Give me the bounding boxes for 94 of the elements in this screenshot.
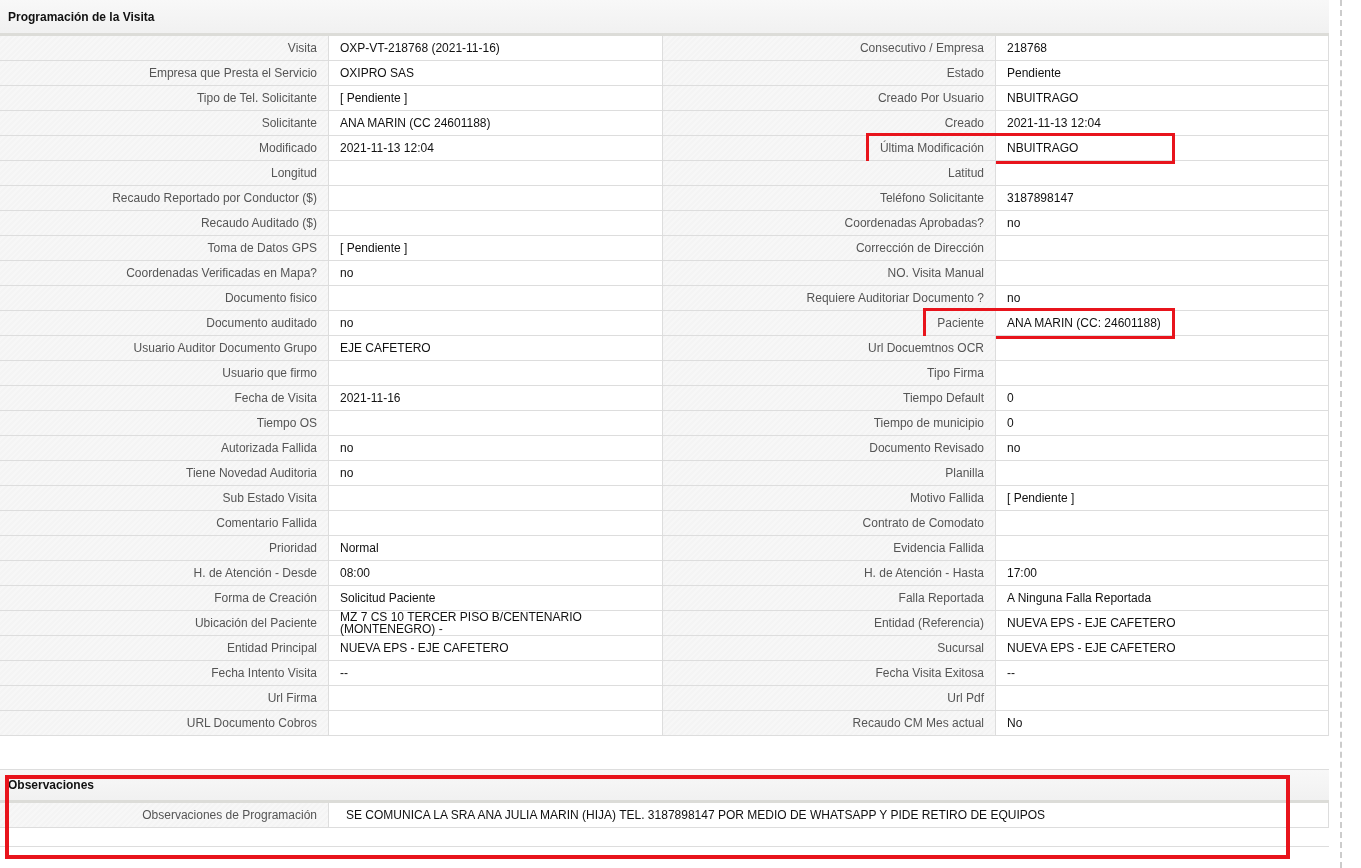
section-title: Programación de la Visita: [0, 0, 1329, 36]
field-value: 17:00: [996, 561, 1329, 586]
field-value: 08:00: [329, 561, 663, 586]
field-label: Sub Estado Visita: [222, 491, 317, 505]
field-value: Pendiente: [996, 61, 1329, 86]
field-value: 2021-11-13 12:04: [329, 136, 663, 161]
field-label: Solicitante: [261, 116, 317, 130]
field-value: NBUITRAGO: [996, 86, 1329, 111]
field-value: No: [996, 711, 1329, 736]
field-value: NBUITRAGO: [996, 136, 1329, 161]
field-value: MZ 7 CS 10 TERCER PISO B/CENTENARIO (MONTENEGRO) -: [329, 611, 663, 636]
field-label: Fecha Intento Visita: [211, 666, 317, 680]
field-label: Forma de Creación: [214, 591, 317, 605]
field-value: OXP-VT-218768 (2021-11-16): [329, 36, 663, 61]
field-value: Normal: [329, 536, 663, 561]
field-label: Url Pdf: [947, 691, 984, 705]
field-label: Usuario Auditor Documento Grupo: [133, 341, 317, 355]
field-value: NUEVA EPS - EJE CAFETERO: [329, 636, 663, 661]
field-label: Empresa que Presta el Servicio: [148, 66, 317, 80]
field-label: Recaudo Auditado ($): [200, 216, 317, 230]
field-label: Documento Revisado: [869, 441, 984, 455]
field-label: Latitud: [947, 166, 984, 180]
field-value: [ Pendiente ]: [329, 236, 663, 261]
field-label: Tiempo OS: [256, 416, 317, 430]
field-value: no: [996, 436, 1329, 461]
field-label: Última Modificación: [879, 141, 984, 155]
field-label: Url Firma: [267, 691, 317, 705]
field-value: SE COMUNICA LA SRA ANA JULIA MARIN (HIJA) TEL. 3187898147 POR MEDIO DE WHATSAPP Y PIDE RETIRO DE EQUIPOS: [329, 803, 1329, 828]
field-value: no: [329, 261, 663, 286]
field-value: NUEVA EPS - EJE CAFETERO: [996, 636, 1329, 661]
field-label: Teléfono Solicitante: [879, 191, 984, 205]
field-value: NUEVA EPS - EJE CAFETERO: [996, 611, 1329, 636]
field-label: Planilla: [945, 466, 984, 480]
field-value: no: [329, 311, 663, 336]
field-value: ANA MARIN (CC: 24601188): [996, 311, 1329, 336]
field-label: Toma de Datos GPS: [207, 241, 317, 255]
field-label: Url Docuemtnos OCR: [867, 341, 984, 355]
field-label: Corrección de Dirección: [855, 241, 984, 255]
field-label: Recaudo CM Mes actual: [852, 716, 984, 730]
field-label: Creado: [944, 116, 984, 130]
field-value: 0: [996, 411, 1329, 436]
field-label: Ubicación del Paciente: [194, 616, 317, 630]
field-value: no: [329, 461, 663, 486]
field-label: Coordenadas Verificadas en Mapa?: [126, 266, 317, 280]
field-value: 2021-11-16: [329, 386, 663, 411]
field-value: [ Pendiente ]: [996, 486, 1329, 511]
field-label: Tipo de Tel. Solicitante: [196, 91, 317, 105]
field-label: Creado Por Usuario: [877, 91, 984, 105]
field-label: Documento fisico: [224, 291, 317, 305]
field-value: A Ninguna Falla Reportada: [996, 586, 1329, 611]
field-value: OXIPRO SAS: [329, 61, 663, 86]
field-label: Paciente: [937, 316, 984, 330]
field-label: Observaciones de Programación: [142, 808, 317, 822]
field-label: Coordenadas Aprobadas?: [844, 216, 984, 230]
field-label: Longitud: [270, 166, 317, 180]
field-label: Comentario Fallida: [216, 516, 317, 530]
field-label: Autorizada Fallida: [220, 441, 317, 455]
field-label: Tipo Firma: [927, 366, 984, 380]
field-label: Tiempo Default: [903, 391, 984, 405]
field-label: H. de Atención - Desde: [193, 566, 317, 580]
field-value: --: [329, 661, 663, 686]
field-value: no: [329, 436, 663, 461]
field-value: 3187898147: [996, 186, 1329, 211]
field-label: Visita: [287, 41, 317, 55]
field-label: Contrato de Comodato: [862, 516, 984, 530]
field-label: Fecha de Visita: [234, 391, 317, 405]
field-label: Documento auditado: [206, 316, 317, 330]
field-value: no: [996, 211, 1329, 236]
field-label: Entidad Principal: [226, 641, 317, 655]
field-label: Fecha Visita Exitosa: [875, 666, 984, 680]
field-value: ANA MARIN (CC 24601188): [329, 111, 663, 136]
field-value: 218768: [996, 36, 1329, 61]
field-value: 0: [996, 386, 1329, 411]
field-label: URL Documento Cobros: [186, 716, 317, 730]
field-label: Tiene Novedad Auditoria: [186, 466, 317, 480]
field-label: Recaudo Reportado por Conductor ($): [112, 191, 317, 205]
field-value: --: [996, 661, 1329, 686]
field-value: Solicitud Paciente: [329, 586, 663, 611]
field-label: Motivo Fallida: [909, 491, 984, 505]
field-label: Tiempo de municipio: [873, 416, 984, 430]
field-value: [ Pendiente ]: [329, 86, 663, 111]
field-label: Prioridad: [268, 541, 317, 555]
field-label: Sucursal: [937, 641, 984, 655]
field-label: Evidencia Fallida: [893, 541, 984, 555]
field-label: NO. Visita Manual: [887, 266, 984, 280]
field-label: Estado: [946, 66, 984, 80]
field-label: Requiere Auditoriar Documento ?: [806, 291, 984, 305]
field-label: Falla Reportada: [898, 591, 984, 605]
field-label: Consecutivo / Empresa: [859, 41, 984, 55]
field-label: H. de Atención - Hasta: [863, 566, 984, 580]
field-label: Entidad (Referencia): [873, 616, 984, 630]
field-label: Usuario que firmo: [222, 366, 317, 380]
field-value: EJE CAFETERO: [329, 336, 663, 361]
field-label: Modificado: [258, 141, 317, 155]
